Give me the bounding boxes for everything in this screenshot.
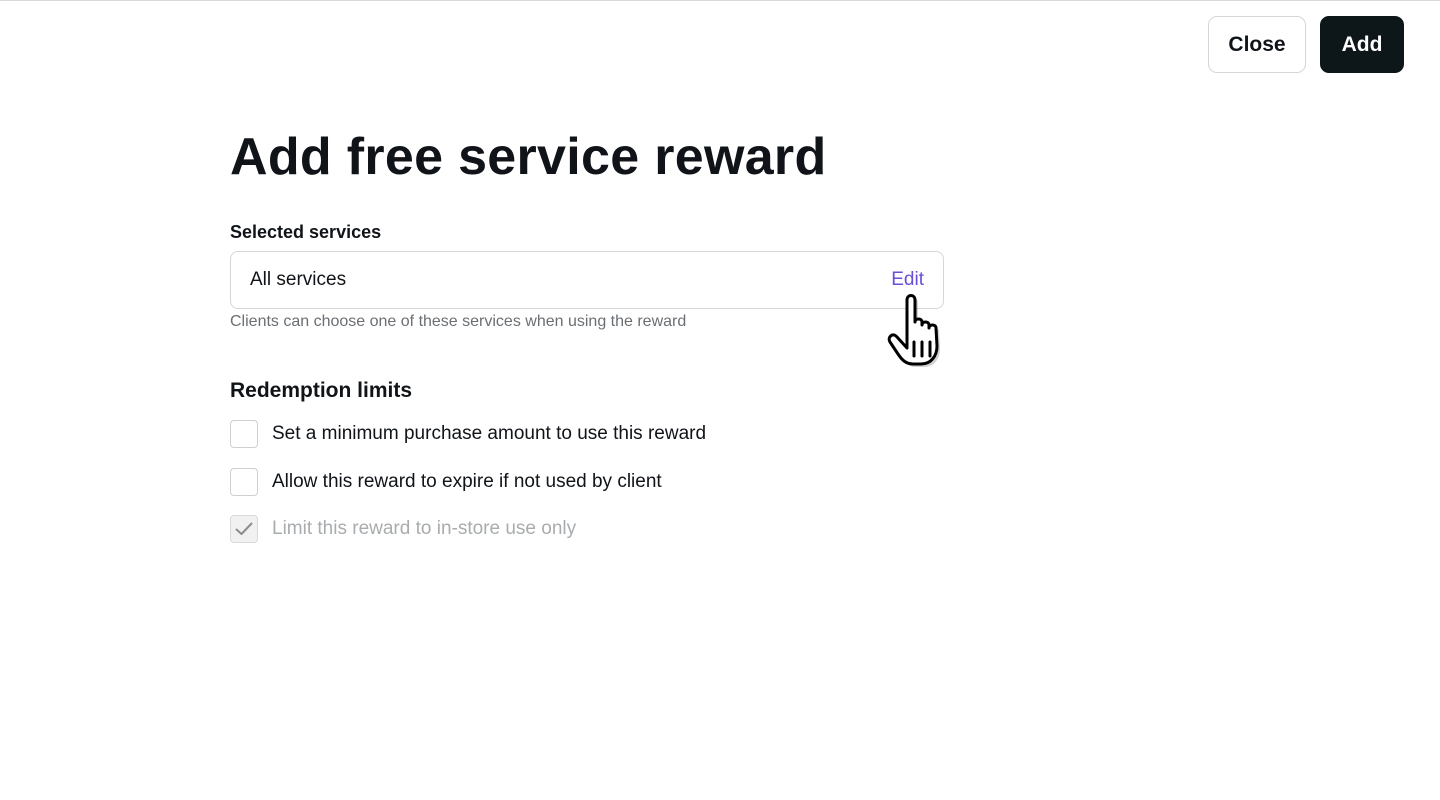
minimum-purchase-label: Set a minimum purchase amount to use thi… (272, 423, 707, 444)
selected-services-helper: Clients can choose one of these services… (230, 313, 687, 330)
top-actions: Close Add (1208, 16, 1404, 73)
in-store-only-checkbox[interactable] (230, 515, 258, 543)
reward-form-page: Close Add Add free service reward Select… (0, 0, 1440, 800)
close-button[interactable]: Close (1208, 16, 1306, 73)
expire-reward-checkbox[interactable] (230, 467, 258, 496)
redemption-limits-list: Set a minimum purchase amount to use thi… (230, 419, 944, 544)
edit-services-link[interactable]: Edit (891, 269, 924, 291)
expire-reward-label: Allow this reward to expire if not used … (272, 470, 662, 492)
in-store-only-option: Limit this reward to in-store use only (230, 514, 944, 544)
minimum-purchase-checkbox[interactable] (230, 420, 258, 448)
checkmark-icon (235, 522, 253, 535)
add-button[interactable]: Add (1320, 16, 1404, 73)
in-store-only-label: Limit this reward to in-store use only (272, 518, 577, 539)
selected-services-value: All services (250, 269, 347, 290)
selected-services-label: Selected services (230, 222, 382, 242)
expire-reward-option: Allow this reward to expire if not used … (230, 467, 944, 497)
form-content: Add free service reward Selected service… (230, 125, 944, 562)
selected-services-field[interactable]: All services Edit (230, 251, 944, 309)
redemption-limits-title: Redemption limits (230, 379, 413, 402)
minimum-purchase-option: Set a minimum purchase amount to use thi… (230, 419, 944, 449)
page-title: Add free service reward (230, 128, 827, 186)
